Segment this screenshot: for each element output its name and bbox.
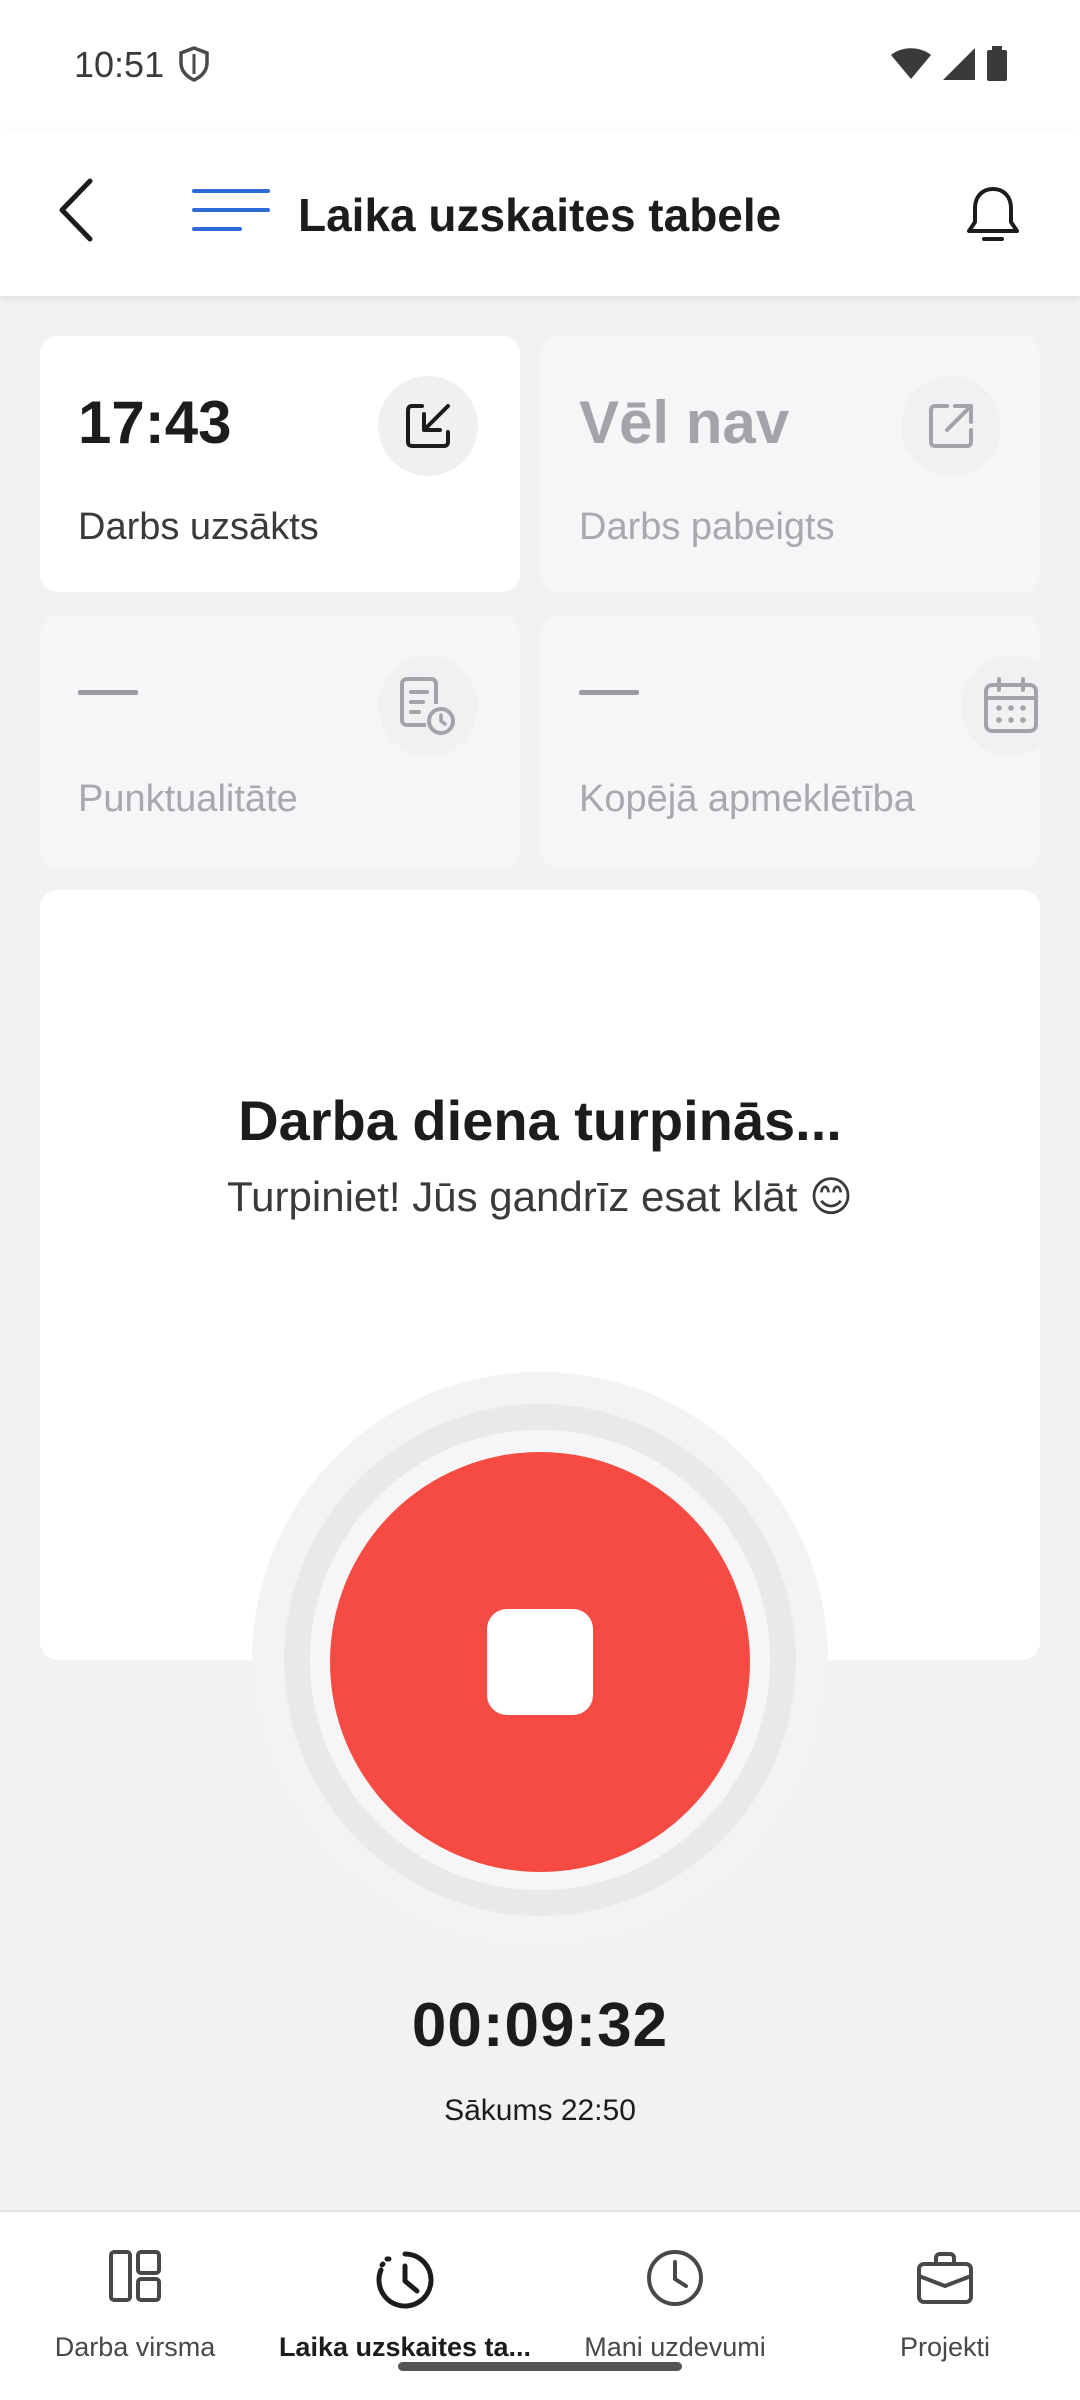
attendance-label: Kopējā apmeklētība (579, 778, 915, 820)
bottom-navigation: Darba virsma Laika uzskaites ta... Mani … (0, 2210, 1080, 2400)
notifications-button[interactable] (958, 180, 1028, 250)
nav-item-my-tasks[interactable]: Mani uzdevumi (540, 2212, 810, 2382)
clock-icon (540, 2248, 810, 2308)
status-time: 10:51 (74, 44, 165, 85)
status-bar: 10:51 (0, 0, 1080, 130)
stop-icon (487, 1609, 593, 1715)
clock-history-icon (270, 2248, 540, 2312)
nav-item-dashboard[interactable]: Darba virsma (0, 2212, 270, 2382)
clock-out-icon (901, 376, 1001, 476)
nav-label-my-tasks: Mani uzdevumi (584, 2332, 766, 2362)
work-started-time: 17:43 (78, 389, 232, 456)
nav-label-dashboard: Darba virsma (54, 2332, 216, 2362)
stop-work-button[interactable] (330, 1452, 750, 1872)
work-finished-label: Darbs pabeigts (579, 506, 835, 548)
attendance-card[interactable]: Kopējā apmeklētība (541, 616, 1061, 868)
work-started-card[interactable]: 17:43 Darbs uzsākts (40, 336, 520, 592)
start-time: Sākums 22:50 (444, 2094, 636, 2127)
menu-button[interactable] (190, 185, 272, 235)
page-title: Laika uzskaites tabele (298, 189, 782, 241)
punctuality-card[interactable]: Punktualitāte (40, 616, 520, 868)
punctuality-label: Punktualitāte (78, 778, 298, 820)
dashboard-icon (0, 2248, 270, 2304)
nav-label-projects: Projekti (899, 2332, 991, 2362)
elapsed-timer: 00:09:32 (411, 1991, 669, 2060)
calendar-icon (961, 656, 1061, 756)
status-icons (890, 46, 1008, 87)
briefcase-icon (810, 2248, 1080, 2308)
back-button[interactable] (46, 170, 106, 250)
chevron-left-icon (59, 178, 93, 242)
work-finished-card[interactable]: Vēl nav Darbs pabeigts (541, 336, 1040, 592)
nav-label-timesheet: Laika uzskaites ta... (278, 2332, 532, 2362)
workday-title: Darba diena turpinās... (238, 1089, 842, 1152)
punctuality-empty-dash (78, 690, 138, 695)
app-bar: Laika uzskaites tabele (0, 130, 1080, 296)
workday-subtitle: Turpiniet! Jūs gandrīz esat klāt 😊 (227, 1173, 853, 1220)
wifi-icon (890, 47, 932, 86)
menu-icon (192, 189, 270, 231)
home-indicator[interactable] (398, 2362, 682, 2371)
shield-icon (178, 46, 210, 87)
attendance-empty-dash (579, 690, 639, 695)
bell-icon (967, 187, 1019, 241)
document-clock-icon (378, 656, 478, 756)
work-started-label: Darbs uzsākts (78, 506, 319, 548)
nav-item-timesheet[interactable]: Laika uzskaites ta... (270, 2212, 540, 2382)
work-finished-value: Vēl nav (579, 389, 790, 456)
signal-icon (942, 47, 976, 86)
clock-in-icon (378, 376, 478, 476)
nav-item-projects[interactable]: Projekti (810, 2212, 1080, 2382)
battery-icon (986, 46, 1008, 87)
